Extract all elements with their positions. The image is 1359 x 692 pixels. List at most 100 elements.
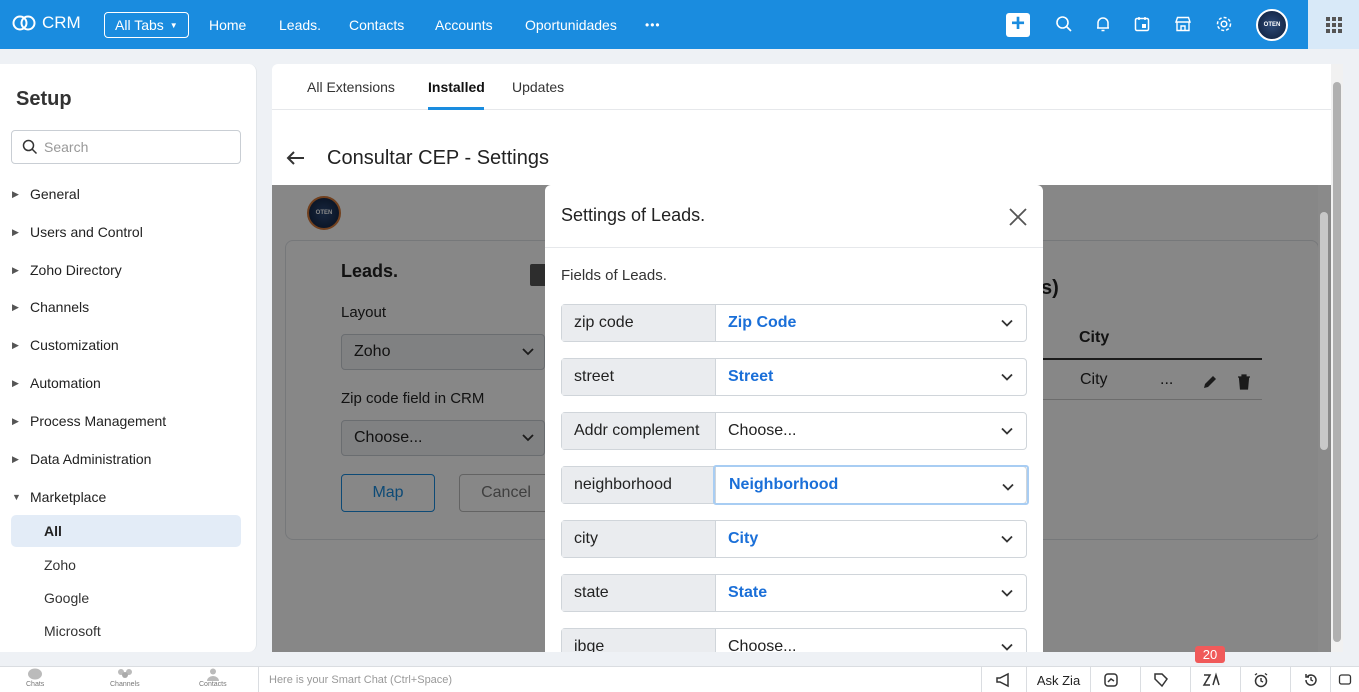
- sidebar-item-label: Automation: [30, 375, 101, 391]
- sidebar-item-general[interactable]: ▶ General: [12, 186, 80, 202]
- crm-logo[interactable]: CRM: [12, 13, 81, 33]
- caret-right-icon: ▶: [12, 377, 19, 388]
- sidebar-item-automation[interactable]: ▶ Automation: [12, 375, 101, 391]
- app-name: CRM: [42, 13, 81, 32]
- calendar-icon[interactable]: [1132, 14, 1152, 34]
- feedback-icon[interactable]: [1330, 667, 1359, 692]
- field-row-zip-code: zip code Zip Code: [561, 304, 1027, 342]
- avatar[interactable]: OTEN: [1256, 9, 1288, 41]
- chevron-down-icon: [1002, 483, 1014, 491]
- extension-tabs: All Extensions Installed Updates: [272, 64, 1343, 110]
- sidebar-sub-zoho[interactable]: Zoho: [11, 549, 241, 581]
- settings-modal: Settings of Leads. Fields of Leads. zip …: [545, 185, 1043, 652]
- crm-logo-icon: [12, 15, 36, 31]
- sidebar-sub-microsoft[interactable]: Microsoft: [11, 615, 241, 647]
- field-label: street: [562, 359, 716, 395]
- sidebar-item-label: Channels: [30, 299, 90, 315]
- field-label: state: [562, 575, 716, 611]
- all-tabs-dropdown[interactable]: All Tabs ▼: [104, 12, 189, 38]
- field-select-value: Street: [728, 368, 774, 385]
- close-icon[interactable]: [1007, 206, 1029, 228]
- field-label: ibge: [562, 629, 716, 652]
- app-grid-icon[interactable]: [1308, 0, 1359, 49]
- ask-zia-button[interactable]: Ask Zia: [1026, 667, 1090, 692]
- tab-installed[interactable]: Installed: [428, 79, 485, 95]
- caret-right-icon: ▶: [12, 188, 19, 199]
- chevron-down-icon: [1001, 319, 1013, 327]
- sidebar-item-zoho-directory[interactable]: ▶ Zoho Directory: [12, 262, 122, 278]
- tag-icon[interactable]: [1140, 667, 1180, 692]
- search-icon[interactable]: [1054, 14, 1074, 34]
- sidebar-item-label: Customization: [30, 337, 119, 353]
- bottom-channels[interactable]: Channels: [110, 667, 140, 692]
- nav-leads[interactable]: Leads.: [279, 0, 321, 49]
- sidebar-item-label: Users and Control: [30, 224, 143, 240]
- zia-icon[interactable]: [1190, 667, 1230, 692]
- notification-count-badge: 20: [1195, 646, 1225, 663]
- all-tabs-label: All Tabs: [115, 17, 164, 33]
- caret-right-icon: ▶: [12, 415, 19, 426]
- chevron-down-icon: [1001, 373, 1013, 381]
- sidebar-sub-all[interactable]: All: [11, 515, 241, 547]
- sidebar-item-marketplace[interactable]: ▼ Marketplace: [12, 489, 106, 505]
- modal-header: Settings of Leads.: [545, 185, 1043, 248]
- field-select-city[interactable]: City: [716, 521, 1026, 557]
- nav-home[interactable]: Home: [209, 0, 246, 49]
- sidebar-item-customization[interactable]: ▶ Customization: [12, 337, 119, 353]
- more-tabs-icon[interactable]: •••: [645, 0, 661, 49]
- signal-icon[interactable]: [1090, 667, 1130, 692]
- bell-icon[interactable]: [1093, 14, 1113, 34]
- sidebar-item-data-administration[interactable]: ▶ Data Administration: [12, 451, 151, 467]
- field-label: city: [562, 521, 716, 557]
- chat-icon: [28, 668, 43, 680]
- sidebar-item-process-management[interactable]: ▶ Process Management: [12, 413, 166, 429]
- bottom-item-label: Channels: [110, 681, 140, 688]
- page-scrollbar-thumb[interactable]: [1333, 82, 1341, 642]
- field-select-state[interactable]: State: [716, 575, 1026, 611]
- chevron-down-icon: [1001, 427, 1013, 435]
- field-select-street[interactable]: Street: [716, 359, 1026, 395]
- announcement-icon[interactable]: [981, 667, 1026, 692]
- field-select-zip-code[interactable]: Zip Code: [716, 305, 1026, 341]
- field-select-neighborhood[interactable]: Neighborhood: [713, 465, 1029, 505]
- field-row-ibge: ibge Choose...: [561, 628, 1027, 652]
- setup-sidebar: Setup Search ▶ General ▶ Users and Control…: [0, 64, 257, 652]
- bottom-bar: Chats Channels Contacts Here is your Sma…: [0, 666, 1359, 692]
- alarm-clock-icon[interactable]: [1240, 667, 1280, 692]
- history-icon[interactable]: [1290, 667, 1330, 692]
- sidebar-title: Setup: [16, 88, 72, 110]
- search-input[interactable]: Search: [11, 130, 241, 164]
- tab-updates[interactable]: Updates: [512, 79, 564, 95]
- field-select-addr-complement[interactable]: Choose...: [716, 413, 1026, 449]
- nav-contacts[interactable]: Contacts: [349, 0, 404, 49]
- sidebar-item-label: General: [30, 186, 80, 202]
- nav-oportunidades[interactable]: Oportunidades: [525, 0, 617, 49]
- smart-chat-input[interactable]: Here is your Smart Chat (Ctrl+Space): [258, 667, 452, 692]
- bottom-item-label: Contacts: [199, 681, 227, 688]
- sidebar-item-label: Marketplace: [30, 489, 107, 505]
- field-select-value: Choose...: [728, 422, 797, 439]
- create-plus-icon[interactable]: +: [1006, 12, 1030, 37]
- gear-icon[interactable]: [1214, 14, 1234, 34]
- caret-down-icon: ▼: [12, 492, 21, 502]
- sidebar-item-label: Data Administration: [30, 451, 152, 467]
- nav-accounts[interactable]: Accounts: [435, 0, 493, 49]
- marketplace-icon[interactable]: [1173, 14, 1193, 34]
- sidebar-item-channels[interactable]: ▶ Channels: [12, 299, 89, 315]
- tab-all-extensions[interactable]: All Extensions: [307, 79, 395, 95]
- sidebar-item-label: Process Management: [30, 413, 167, 429]
- caret-right-icon: ▶: [12, 453, 19, 464]
- active-tab-indicator: [428, 107, 484, 110]
- bottom-contacts[interactable]: Contacts: [199, 667, 227, 692]
- ask-zia-label: Ask Zia: [1036, 672, 1081, 688]
- field-row-state: state State: [561, 574, 1027, 612]
- content-scrollbar-thumb[interactable]: [1320, 212, 1328, 450]
- field-select-ibge[interactable]: Choose...: [716, 629, 1026, 652]
- bottom-chats[interactable]: Chats: [26, 667, 44, 692]
- back-arrow-icon[interactable]: [286, 146, 306, 172]
- channels-icon: [117, 669, 132, 678]
- sidebar-item-users-and-control[interactable]: ▶ Users and Control: [12, 224, 143, 240]
- sidebar-sub-google[interactable]: Google: [11, 582, 241, 614]
- field-select-value: Neighborhood: [729, 476, 839, 493]
- field-label: Addr complement: [562, 413, 716, 449]
